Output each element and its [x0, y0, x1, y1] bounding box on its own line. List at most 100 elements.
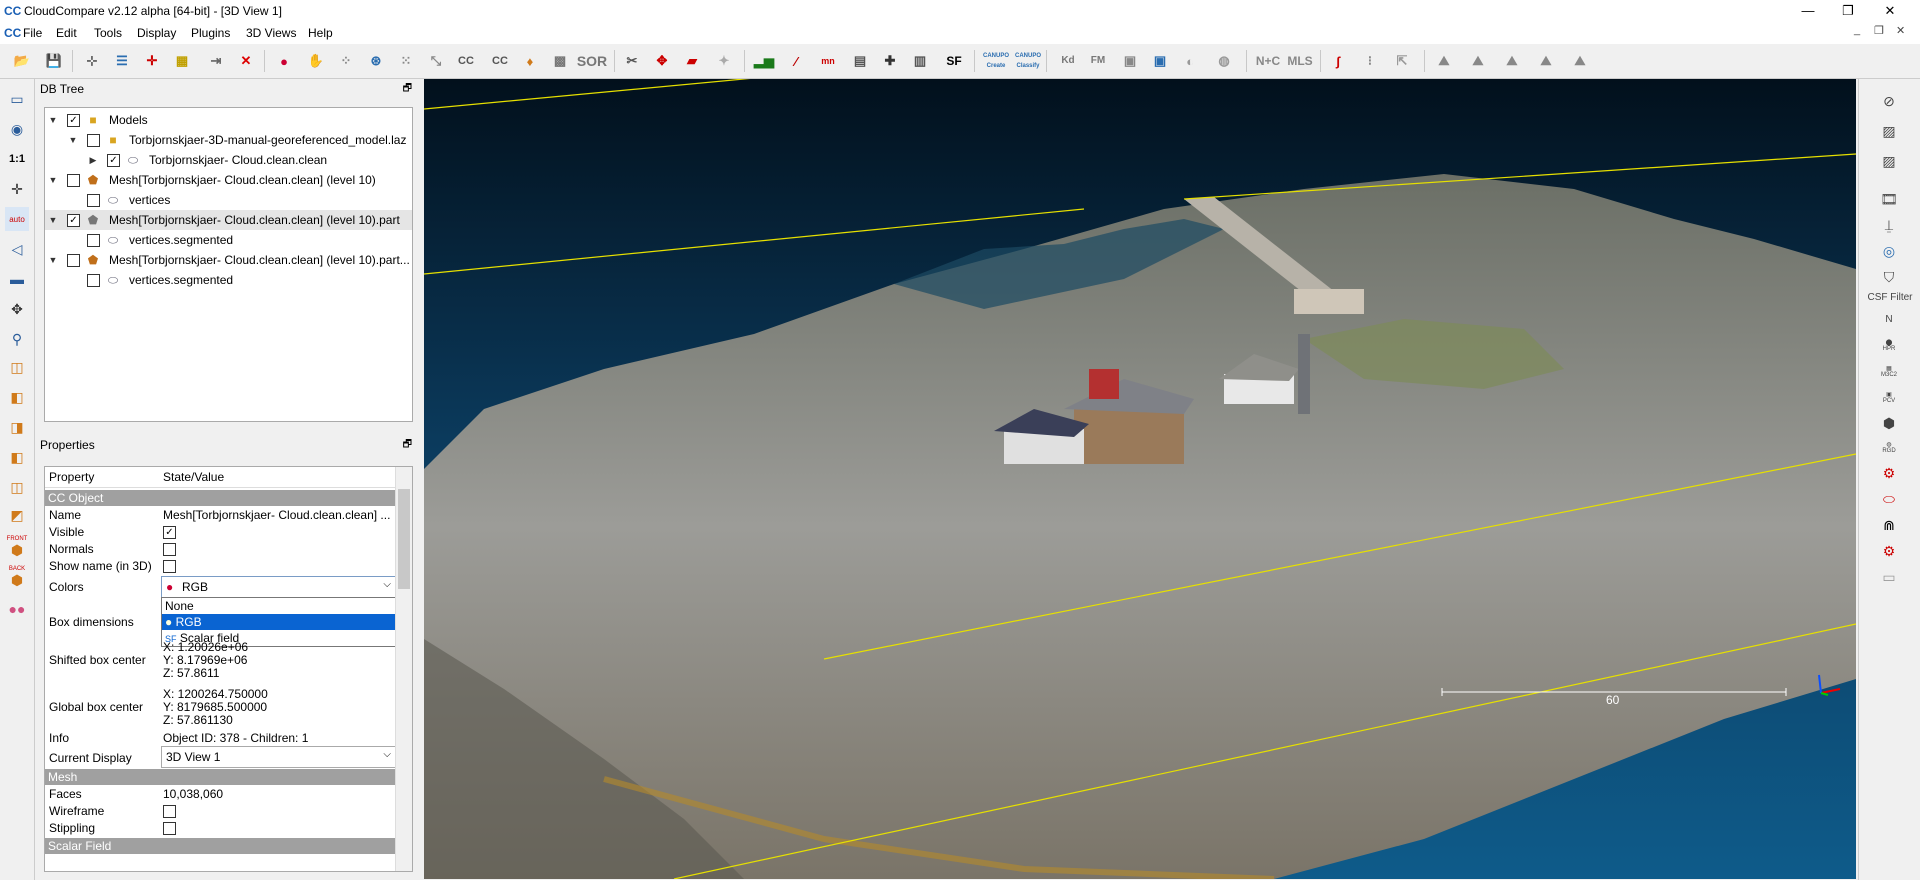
sf-tools-icon[interactable]: ▤ — [848, 49, 872, 73]
normals-color-button[interactable]: N+C — [1254, 49, 1282, 73]
collapse-icon[interactable]: ▼ — [47, 250, 59, 270]
globe-icon[interactable]: ◍ — [1212, 49, 1236, 73]
facets-icon-3[interactable]: ⛰ — [1500, 49, 1524, 73]
facets-icon-4[interactable]: ⛰ — [1534, 49, 1558, 73]
tree-item-vertices-segmented[interactable]: ⬭ vertices.segmented — [45, 230, 412, 250]
collapse-icon[interactable]: ▼ — [67, 130, 79, 150]
fast-marching-button[interactable]: FM — [1084, 49, 1112, 73]
menu-file[interactable]: File — [23, 26, 42, 40]
menu-3d-views[interactable]: 3D Views — [246, 26, 296, 40]
tree-item-mesh-1[interactable]: ▼ ⬟ Mesh[Torbjornskjaer- Cloud.clean.cle… — [45, 170, 412, 190]
octree-icon[interactable]: ⊛ — [364, 49, 388, 73]
mls-button[interactable]: MLS — [1286, 49, 1314, 73]
perspective-icon[interactable]: ◁ — [5, 237, 29, 261]
sf-min-max-icon[interactable]: mn — [816, 49, 840, 73]
facets-icon-5[interactable]: ⛰ — [1568, 49, 1592, 73]
spline-icon[interactable]: ʃ — [1326, 49, 1350, 73]
wireframe-checkbox[interactable] — [163, 805, 176, 818]
clone-icon[interactable]: ⇥ — [204, 49, 228, 73]
cross-section-icon[interactable]: ✂ — [620, 49, 644, 73]
tree-item-mesh-part[interactable]: ▼ ✓ ⬟ Mesh[Torbjornskjaer- Cloud.clean.c… — [45, 210, 412, 230]
menu-help[interactable]: Help — [308, 26, 333, 40]
list-icon[interactable]: ☰ — [110, 49, 134, 73]
tree-item-mesh-part-2[interactable]: ▼ ⬟ Mesh[Torbjornskjaer- Cloud.clean.cle… — [45, 250, 412, 270]
normals-orient-icon[interactable]: N — [1877, 307, 1901, 331]
move-icon[interactable]: ✥ — [5, 297, 29, 321]
compute-distance-button[interactable]: CC — [452, 49, 480, 73]
undock-icon[interactable]: 🗗 — [403, 80, 412, 98]
register-icon[interactable]: ⤡ — [424, 49, 448, 73]
mdi-minimize-button[interactable]: _ — [1854, 24, 1860, 36]
rgd-icon[interactable]: ◍ RGD — [1877, 435, 1901, 459]
sampling-icon[interactable]: ⁝ — [1358, 49, 1382, 73]
csf-filter-icon[interactable]: ⛉ — [1877, 265, 1901, 289]
m3c2-icon[interactable]: ▦ M3C2 — [1877, 359, 1901, 383]
subsample-icon[interactable]: ⁘ — [334, 49, 358, 73]
compute-cc-button[interactable]: CC — [486, 49, 514, 73]
iso-view-1-icon[interactable]: ◫ — [5, 355, 29, 379]
value-name[interactable]: Mesh[Torbjornskjaer- Cloud.clean.clean] … — [163, 508, 390, 522]
3d-viewport[interactable]: 60 — [424, 79, 1856, 879]
mdi-close-button[interactable]: ✕ — [1896, 24, 1905, 37]
menu-tools[interactable]: Tools — [94, 26, 122, 40]
canupo-create-button[interactable]: CANUPO Create — [982, 49, 1010, 73]
hardware-icon[interactable]: ▭ — [1877, 565, 1901, 589]
minimize-button[interactable]: — — [1788, 0, 1828, 22]
facets-icon-2[interactable]: ⛰ — [1466, 49, 1490, 73]
top-view-icon[interactable]: ◧ — [5, 385, 29, 409]
fill-icon[interactable]: ♦ — [518, 49, 542, 73]
open-icon[interactable]: 📂 — [10, 49, 34, 73]
zoom-icon[interactable]: ⚲ — [5, 327, 29, 351]
sample-points-icon[interactable]: ⁙ — [394, 49, 418, 73]
tree-checkbox[interactable] — [87, 274, 100, 287]
tree-item-models[interactable]: ▼ ✓ ■ Models — [45, 110, 412, 130]
tree-checkbox[interactable]: ✓ — [107, 154, 120, 167]
no-entry-icon[interactable]: ⊘ — [1877, 89, 1901, 113]
brush-icon[interactable]: ⍊ — [1877, 213, 1901, 237]
merge-icon[interactable]: ▦ — [170, 49, 194, 73]
close-button[interactable]: ✕ — [1870, 0, 1910, 22]
right-view-icon[interactable]: ◧ — [5, 445, 29, 469]
front-view-icon[interactable]: FRONT ⬢ — [5, 535, 29, 559]
display-icon[interactable]: ▭ — [5, 87, 29, 111]
tree-checkbox[interactable] — [87, 134, 100, 147]
collapse-icon[interactable]: ▼ — [47, 210, 59, 230]
ellipse-icon[interactable]: ⬭ — [1877, 487, 1901, 511]
back-view-icon[interactable]: BACK ⬢ — [5, 565, 29, 589]
tree-checkbox[interactable] — [87, 234, 100, 247]
show-name-checkbox[interactable] — [163, 560, 176, 573]
option-rgb[interactable]: ● RGB — [162, 614, 395, 630]
add-sf-icon[interactable]: ✚ — [878, 49, 902, 73]
collapse-icon[interactable]: ▼ — [47, 110, 59, 130]
pcv-icon[interactable]: ▣ PCV — [1877, 385, 1901, 409]
save-icon[interactable]: 💾 — [42, 49, 66, 73]
tree-checkbox[interactable] — [67, 254, 80, 267]
col-icon[interactable]: ▨ — [1877, 119, 1901, 143]
kd-tree-button[interactable]: Kd — [1054, 49, 1082, 73]
pick-rotation-center-icon[interactable]: ⊹ — [80, 49, 104, 73]
camera-icon[interactable]: ◉ — [5, 117, 29, 141]
sphere-icon[interactable]: ◐ — [1178, 49, 1202, 73]
menu-display[interactable]: Display — [137, 26, 176, 40]
auto-pivot-icon[interactable]: auto — [5, 207, 29, 231]
tree-checkbox[interactable] — [67, 174, 80, 187]
expand-icon[interactable]: ▶ — [87, 150, 99, 170]
stat-icon[interactable]: ▨ — [1877, 149, 1901, 173]
normals-icon[interactable]: ✋ — [304, 49, 328, 73]
menu-edit[interactable]: Edit — [56, 26, 77, 40]
sf-arithmetic-button[interactable]: SF — [940, 49, 968, 73]
tree-checkbox[interactable]: ✓ — [67, 114, 80, 127]
hpr-icon[interactable]: ⬤ HPR — [1877, 333, 1901, 357]
color-scale-icon[interactable]: ● — [272, 49, 296, 73]
animation-icon[interactable]: 🎞 — [1877, 187, 1901, 211]
tree-item-vertices[interactable]: ⬭ vertices — [45, 190, 412, 210]
plane-icon[interactable]: ▰ — [680, 49, 704, 73]
shape-icon[interactable]: ⋒ — [1877, 513, 1901, 537]
bottom-view-icon[interactable]: ◫ — [5, 475, 29, 499]
translate-rotate-icon[interactable]: ✛ — [140, 49, 164, 73]
delete-icon[interactable]: ✕ — [234, 49, 258, 73]
tree-item-vertices-segmented-2[interactable]: ⬭ vertices.segmented — [45, 270, 412, 290]
zoom-1-1-button[interactable]: 1:1 — [5, 147, 29, 171]
current-display-combo[interactable]: 3D View 1 ⌵ — [161, 746, 396, 768]
scrollbar-thumb[interactable] — [398, 489, 410, 589]
